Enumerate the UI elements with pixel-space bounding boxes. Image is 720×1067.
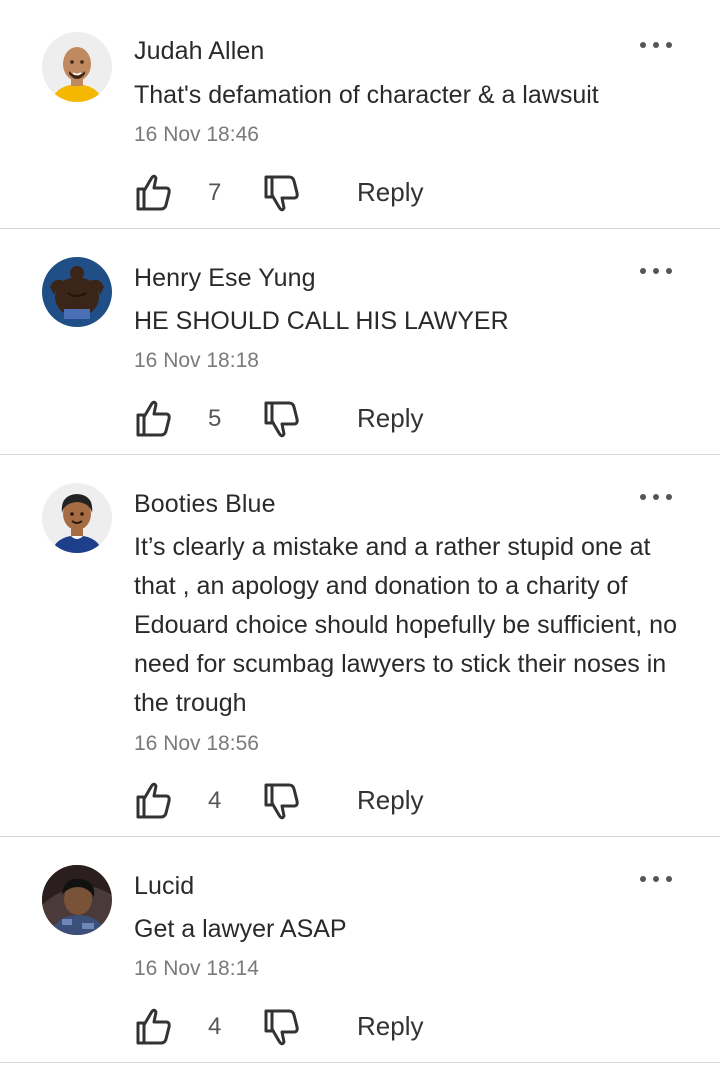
reply-button[interactable]: Reply — [357, 785, 423, 816]
comment-item: Henry Ese Yung HE SHOULD CALL HIS LAWYER… — [0, 229, 720, 455]
more-options-icon[interactable] — [640, 869, 674, 889]
thumbs-down-icon[interactable] — [262, 1005, 302, 1049]
bodybuilder-photo-avatar-icon — [42, 257, 112, 327]
comment-text: It’s clearly a mistake and a rather stup… — [134, 533, 677, 717]
photo-avatar-icon — [42, 865, 112, 935]
avatar[interactable] — [42, 257, 112, 327]
thumbs-down-icon[interactable] — [262, 171, 302, 215]
reply-button[interactable]: Reply — [357, 403, 423, 434]
comment-author[interactable]: Booties Blue — [134, 490, 276, 519]
comment-timestamp: 16 Nov 18:14 — [134, 957, 259, 980]
thumbs-up-icon[interactable] — [134, 397, 174, 441]
bald-man-avatar-icon — [42, 32, 112, 102]
like-count: 4 — [208, 1013, 222, 1040]
comment-actions: 5 Reply — [134, 397, 534, 441]
reply-button[interactable]: Reply — [357, 1011, 423, 1042]
comment-author[interactable]: Lucid — [134, 872, 194, 901]
comment-timestamp: 16 Nov 18:18 — [134, 349, 259, 372]
like-count: 7 — [208, 179, 222, 206]
comment-actions: 4 Reply — [134, 779, 534, 823]
avatar[interactable] — [42, 483, 112, 553]
more-options-icon[interactable] — [640, 261, 674, 281]
avatar[interactable] — [42, 32, 112, 102]
comment-item: Booties Blue It’s clearly a mistake and … — [0, 455, 720, 837]
more-options-icon[interactable] — [640, 487, 674, 507]
reply-button[interactable]: Reply — [357, 177, 423, 208]
comment-author[interactable]: Henry Ese Yung — [134, 264, 316, 293]
thumbs-down-icon[interactable] — [262, 397, 302, 441]
comment-actions: 4 Reply — [134, 1005, 534, 1049]
comment-text: That's defamation of character & a lawsu… — [134, 81, 599, 109]
comment-text: Get a lawyer ASAP — [134, 915, 347, 943]
thumbs-up-icon[interactable] — [134, 779, 174, 823]
thumbs-down-icon[interactable] — [262, 779, 302, 823]
comment-timestamp: 16 Nov 18:56 — [134, 732, 259, 755]
comment-item: Judah Allen That's defamation of charact… — [0, 0, 720, 229]
avatar[interactable] — [42, 865, 112, 935]
thumbs-up-icon[interactable] — [134, 1005, 174, 1049]
comment-item: Lucid Get a lawyer ASAP 16 Nov 18:14 4 R… — [0, 837, 720, 1063]
comment-actions: 7 Reply — [134, 171, 534, 215]
comment-author[interactable]: Judah Allen — [134, 37, 264, 66]
like-count: 5 — [208, 405, 222, 432]
comment-timestamp: 16 Nov 18:46 — [134, 123, 259, 146]
more-options-icon[interactable] — [640, 35, 674, 55]
like-count: 4 — [208, 787, 222, 814]
thumbs-up-icon[interactable] — [134, 171, 174, 215]
man-avatar-icon — [42, 483, 112, 553]
comment-text: HE SHOULD CALL HIS LAWYER — [134, 307, 509, 335]
